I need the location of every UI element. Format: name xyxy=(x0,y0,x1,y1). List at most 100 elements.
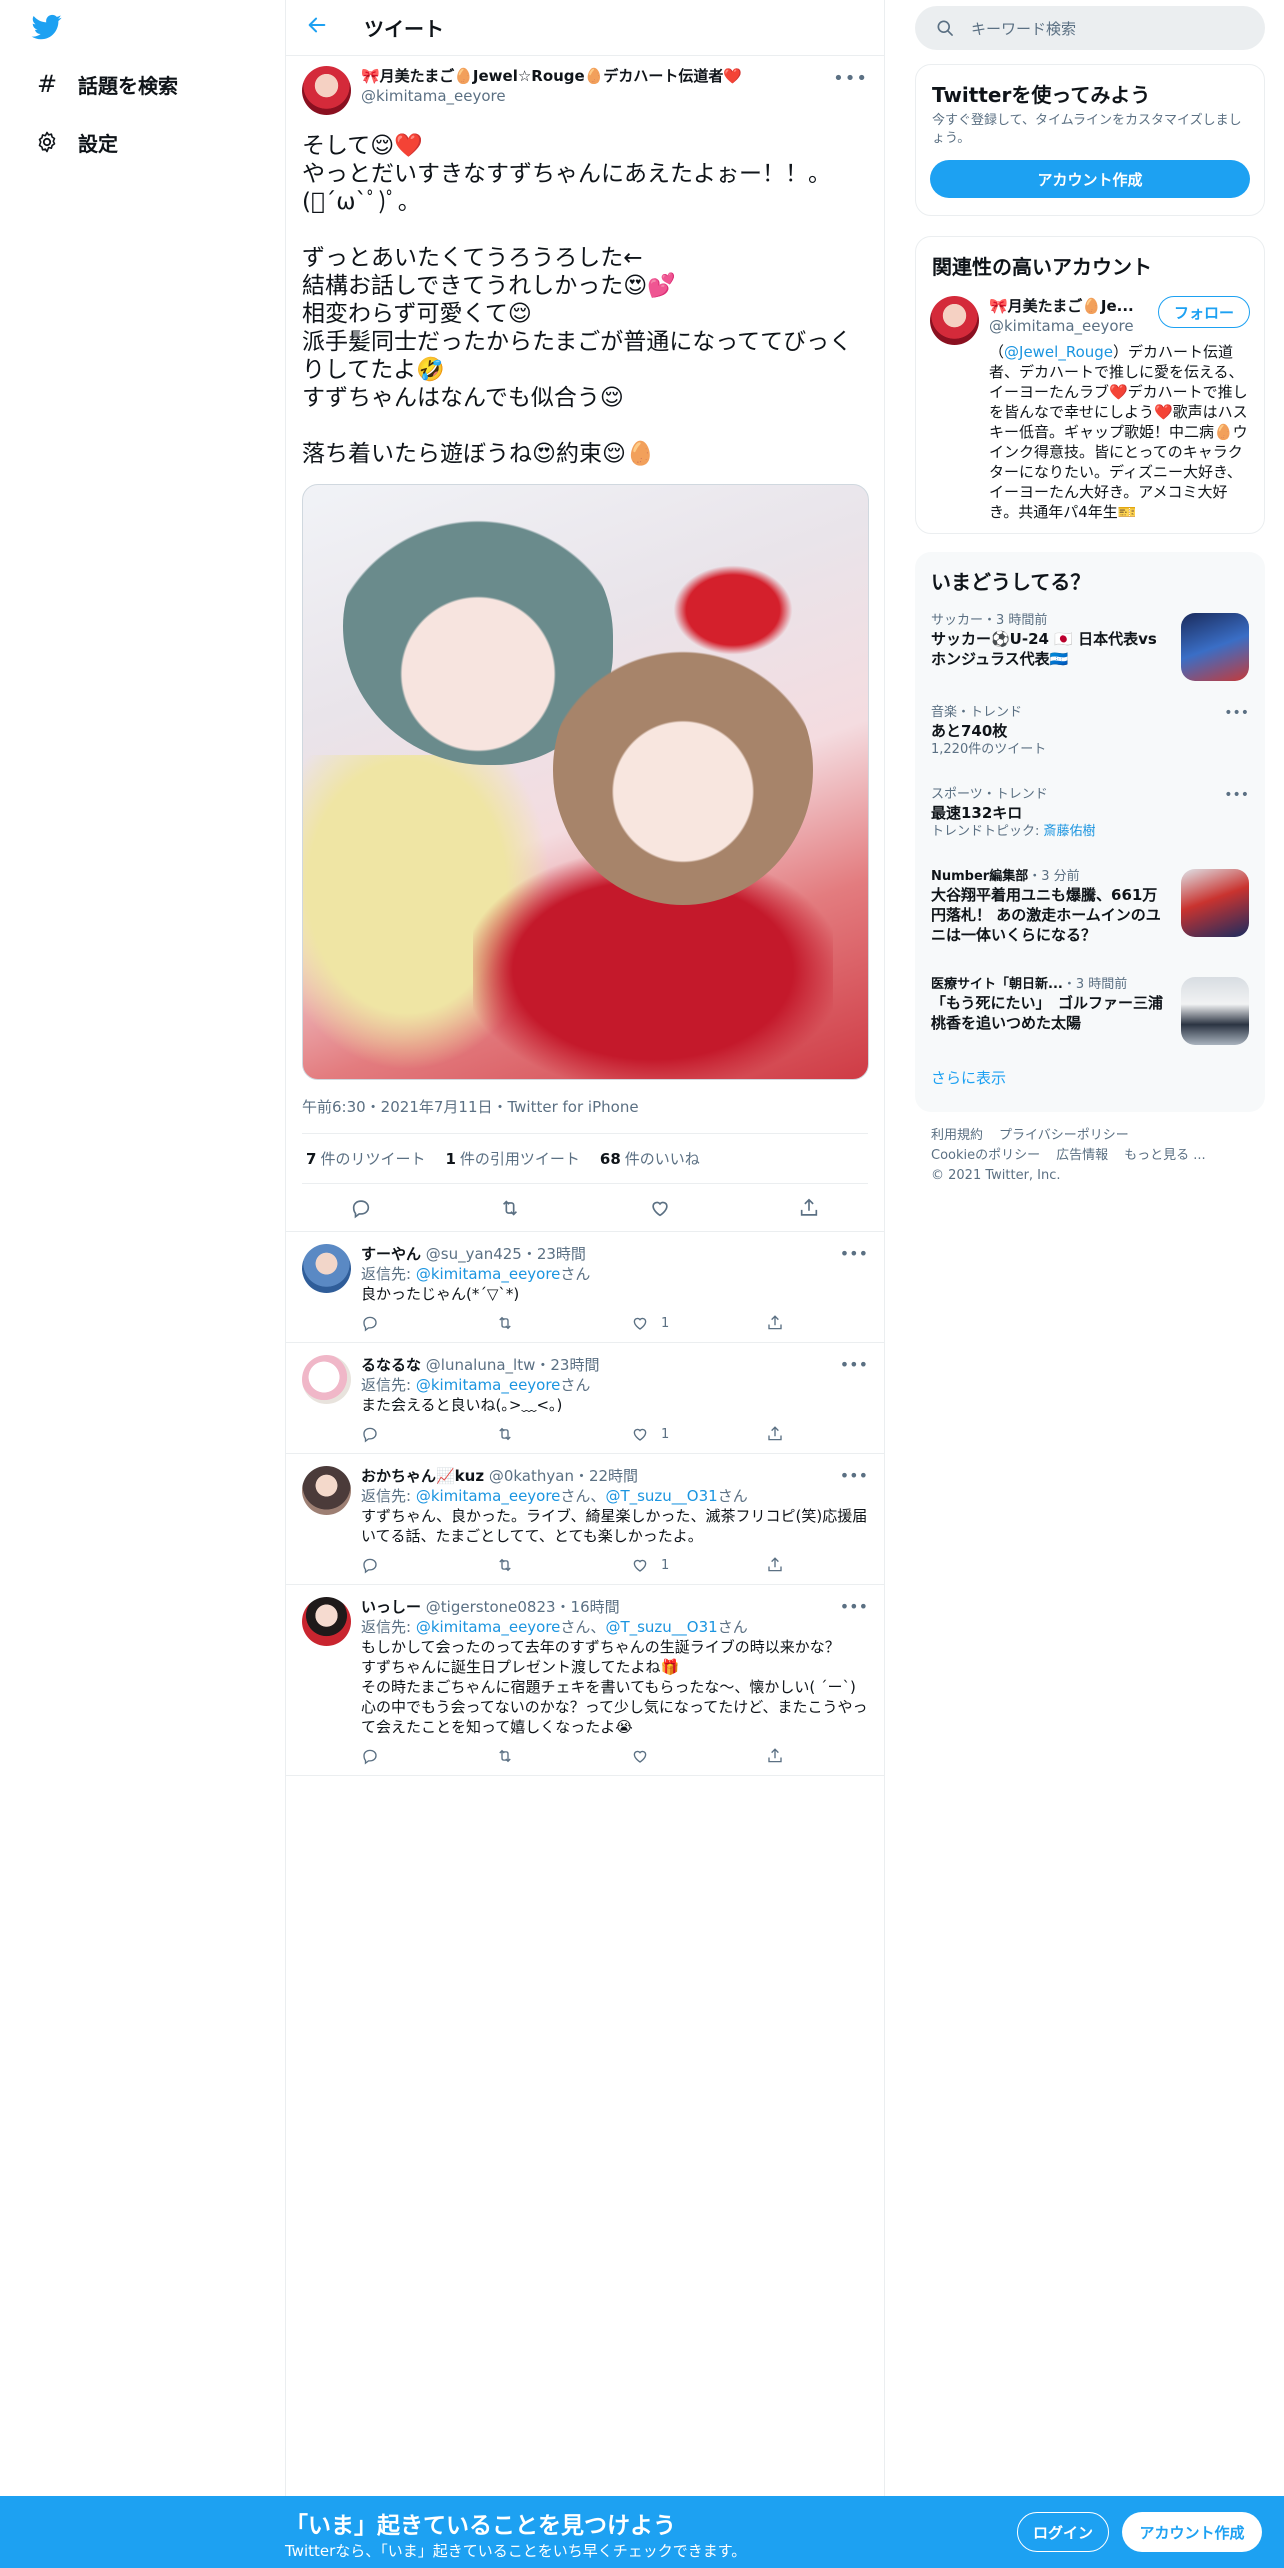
news-item[interactable]: 医療サイト「朝日新...・3 時間前 「もう死にたい」 ゴルファー三浦桃香を追い… xyxy=(915,965,1265,1055)
show-more-link[interactable]: さらに表示 xyxy=(915,1055,1265,1100)
share-icon[interactable] xyxy=(766,1747,786,1765)
more-icon[interactable]: ••• xyxy=(1224,705,1249,721)
share-icon[interactable] xyxy=(766,1556,786,1574)
nav-explore[interactable]: # 話題を検索 xyxy=(34,64,178,104)
login-button[interactable]: ログイン xyxy=(1017,2512,1109,2552)
reply-time[interactable]: ・23時間 xyxy=(535,1356,599,1374)
main-column: ツイート 🎀月美たまご🥚Jewel☆Rouge🥚デカハート伝道者❤️ @kimi… xyxy=(285,0,885,2500)
like-count-link[interactable]: 68 件のいいね xyxy=(600,1148,700,1169)
create-account-button[interactable]: アカウント作成 xyxy=(930,160,1250,198)
signup-button[interactable]: アカウント作成 xyxy=(1122,2512,1262,2552)
retweet-count-link[interactable]: 7 件のリツイート xyxy=(306,1148,425,1169)
nav-explore-label: 話題を検索 xyxy=(78,73,178,98)
reply-handle[interactable]: @0kathyan xyxy=(489,1467,574,1485)
like-heart-icon[interactable]: 1 xyxy=(631,1425,721,1443)
reply-to-link-2[interactable]: @T_suzu__O31 xyxy=(605,1618,717,1636)
reply-tweet[interactable]: おかちゃん📈kuz @0kathyan・22時間 返信先: @kimitama_… xyxy=(286,1454,884,1585)
avatar[interactable] xyxy=(302,1597,351,1646)
reply-to-link-2[interactable]: @T_suzu__O31 xyxy=(605,1487,717,1505)
reply-text: すずちゃん、良かった。ライブ、綺星楽しかった、滅茶フリコピ(笑)応援届いてる話、… xyxy=(361,1507,868,1545)
reply-time[interactable]: ・23時間 xyxy=(522,1245,586,1263)
retweet-icon[interactable] xyxy=(498,1196,522,1220)
trend-item[interactable]: サッカー・3 時間前 サッカー⚽U-24 🇯🇵 日本代表vsホンジュラス代表🇭🇳 xyxy=(915,601,1265,693)
reply-icon[interactable] xyxy=(361,1747,451,1765)
retweet-icon[interactable] xyxy=(496,1747,586,1765)
avatar[interactable] xyxy=(302,66,351,115)
like-count: 1 xyxy=(661,1426,670,1442)
trend-item[interactable]: 音楽・トレンド あと740枚 1,220件のツイート ••• xyxy=(915,693,1265,775)
like-heart-icon[interactable]: 1 xyxy=(631,1556,721,1574)
trend-thumbnail xyxy=(1181,613,1249,681)
reply-handle[interactable]: @lunaluna_ltw xyxy=(426,1356,536,1374)
share-icon[interactable] xyxy=(766,1314,786,1332)
trend-item[interactable]: スポーツ・トレンド 最速132キロ トレンドトピック: 斎藤佑樹 ••• xyxy=(915,775,1265,857)
bio-mention-link[interactable]: @Jewel_Rouge xyxy=(1004,343,1113,361)
related-accounts-panel: 関連性の高いアカウント 🎀月美たまご🥚Je... @kimitama_eeyor… xyxy=(915,236,1265,534)
reply-name[interactable]: いっしー xyxy=(361,1598,421,1616)
reply-tweet[interactable]: すーやん @su_yan425・23時間 返信先: @kimitama_eeyo… xyxy=(286,1232,884,1343)
footer-link-terms[interactable]: 利用規約 xyxy=(931,1128,983,1143)
reply-to-link[interactable]: @kimitama_eeyore xyxy=(416,1265,561,1283)
reply-tweet[interactable]: るなるな @lunaluna_ltw・23時間 返信先: @kimitama_e… xyxy=(286,1343,884,1454)
related-name[interactable]: 🎀月美たまご🥚Je... xyxy=(989,296,1139,316)
reply-to-line: 返信先: @kimitama_eeyoreさん xyxy=(361,1265,591,1283)
copyright: © 2021 Twitter, Inc. xyxy=(931,1168,1061,1183)
retweet-icon[interactable] xyxy=(496,1314,586,1332)
share-icon[interactable] xyxy=(766,1425,786,1443)
twitter-logo-icon[interactable] xyxy=(30,12,64,42)
trend-topic-link[interactable]: 斎藤佑樹 xyxy=(1044,824,1096,839)
tweet-photo[interactable] xyxy=(302,484,869,1080)
reply-icon[interactable] xyxy=(361,1425,451,1443)
hashtag-icon: # xyxy=(36,70,58,98)
reply-to-link[interactable]: @kimitama_eeyore xyxy=(416,1376,561,1394)
reply-time[interactable]: ・16時間 xyxy=(556,1598,620,1616)
reply-to-link[interactable]: @kimitama_eeyore xyxy=(416,1618,561,1636)
back-arrow-icon[interactable] xyxy=(306,14,330,41)
share-icon[interactable] xyxy=(797,1196,821,1220)
avatar[interactable] xyxy=(302,1355,351,1404)
avatar[interactable] xyxy=(302,1466,351,1515)
tweet-handle[interactable]: @kimitama_eeyore xyxy=(361,86,742,106)
more-icon[interactable]: ••• xyxy=(840,1466,868,1485)
news-item[interactable]: Number編集部・3 分前 大谷翔平着用ユニも爆騰、661万円落札！ あの激走… xyxy=(915,857,1265,965)
reply-text: もしかして会ったのって去年のすずちゃんの生誕ライブの時以来かな？ すずちゃんに誕… xyxy=(361,1638,868,1736)
reply-icon[interactable] xyxy=(349,1196,373,1220)
related-account[interactable]: 🎀月美たまご🥚Je... @kimitama_eeyore （@Jewel_Ro… xyxy=(916,280,1264,538)
follow-button[interactable]: フォロー xyxy=(1158,296,1250,328)
like-heart-icon[interactable]: 1 xyxy=(631,1314,721,1332)
reply-to-line: 返信先: @kimitama_eeyoreさん、@T_suzu__O31さん xyxy=(361,1487,748,1505)
like-count: 1 xyxy=(661,1557,670,1573)
more-icon[interactable]: ••• xyxy=(840,1597,868,1616)
reply-time[interactable]: ・22時間 xyxy=(574,1467,638,1485)
footer-link-privacy[interactable]: プライバシーポリシー xyxy=(999,1128,1129,1143)
avatar[interactable] xyxy=(930,296,979,345)
reply-text: 良かったじゃん(*´▽`*) xyxy=(361,1285,520,1303)
retweet-icon[interactable] xyxy=(496,1556,586,1574)
reply-tweet[interactable]: いっしー @tigerstone0823・16時間 返信先: @kimitama… xyxy=(286,1585,884,1776)
footer-link-ads[interactable]: 広告情報 xyxy=(1056,1148,1108,1163)
reply-name[interactable]: るなるな xyxy=(361,1356,421,1374)
search-box[interactable]: キーワード検索 xyxy=(915,6,1265,50)
tweet-display-name[interactable]: 🎀月美たまご🥚Jewel☆Rouge🥚デカハート伝道者❤️ xyxy=(361,66,742,86)
tweet-meta: 午前6:30・2021年7月11日・Twitter for iPhone xyxy=(302,1096,868,1134)
reply-handle[interactable]: @su_yan425 xyxy=(426,1245,522,1263)
like-heart-icon[interactable] xyxy=(631,1747,721,1765)
retweet-icon[interactable] xyxy=(496,1425,586,1443)
reply-text: また会えると良いね(｡>﹏<｡) xyxy=(361,1396,563,1414)
reply-name[interactable]: すーやん xyxy=(361,1245,421,1263)
nav-settings[interactable]: 設定 xyxy=(34,122,118,162)
more-icon[interactable]: ••• xyxy=(840,1244,868,1263)
avatar[interactable] xyxy=(302,1244,351,1293)
more-icon[interactable]: ••• xyxy=(840,1355,868,1374)
footer-link-cookies[interactable]: Cookieのポリシー xyxy=(931,1148,1040,1163)
reply-icon[interactable] xyxy=(361,1556,451,1574)
like-heart-icon[interactable] xyxy=(648,1196,672,1220)
quote-count-link[interactable]: 1 件の引用ツイート xyxy=(445,1148,579,1169)
more-icon[interactable]: ••• xyxy=(1224,787,1249,803)
reply-icon[interactable] xyxy=(361,1314,451,1332)
footer-link-more[interactable]: もっと見る ... xyxy=(1124,1148,1206,1163)
more-icon[interactable]: ••• xyxy=(833,68,868,89)
reply-name[interactable]: おかちゃん📈kuz xyxy=(361,1467,484,1485)
reply-to-link[interactable]: @kimitama_eeyore xyxy=(416,1487,561,1505)
reply-handle[interactable]: @tigerstone0823 xyxy=(426,1598,556,1616)
